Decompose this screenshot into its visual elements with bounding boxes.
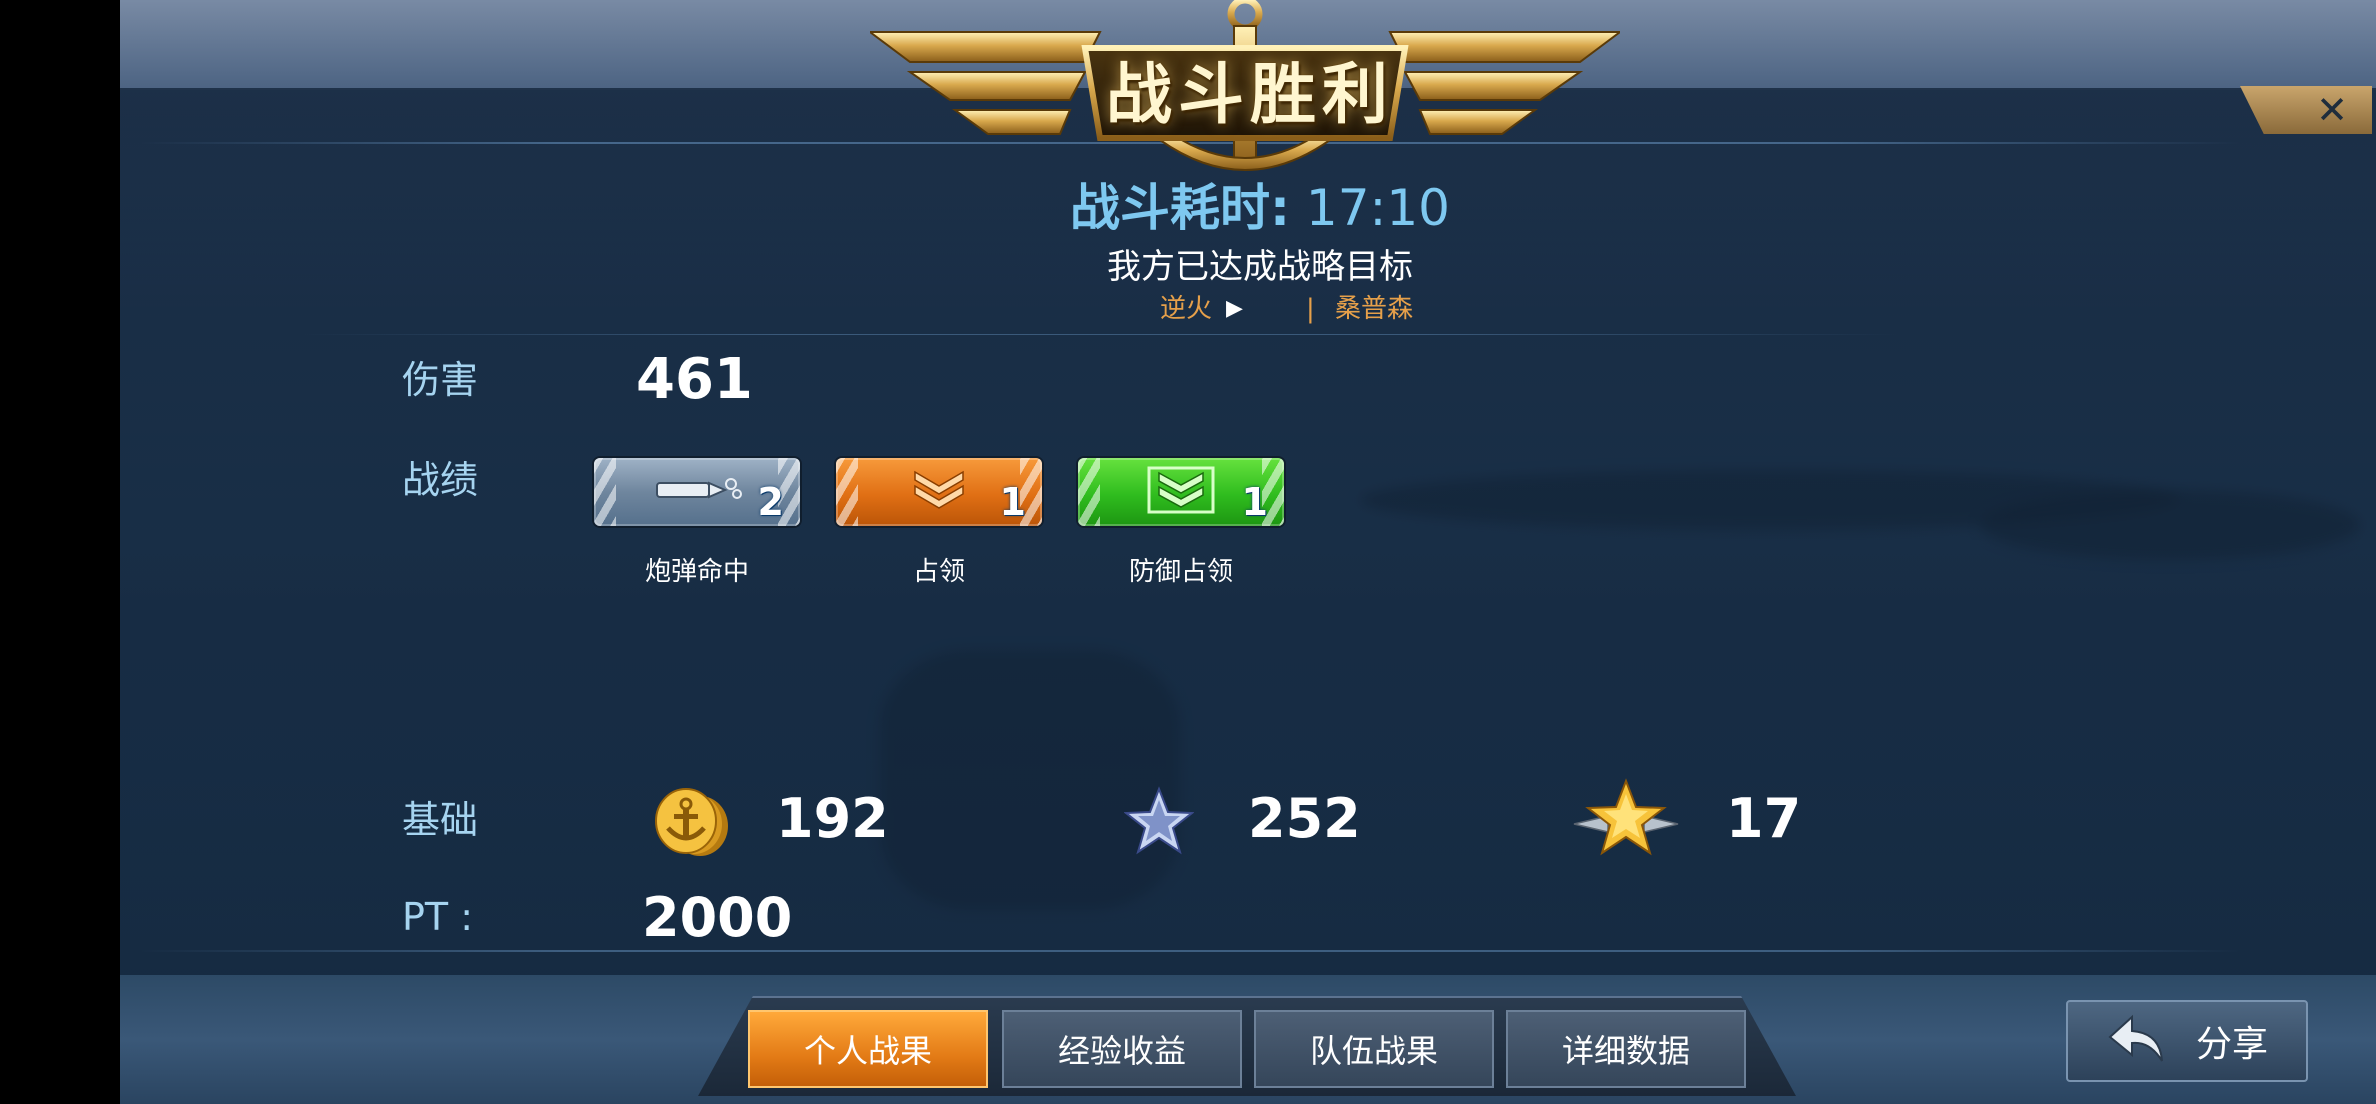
silver-star-icon <box>1123 786 1195 860</box>
divider <box>140 950 2240 952</box>
medal-shell-hit[interactable]: 2 <box>594 458 800 526</box>
shield-chevron-icon <box>1145 465 1217 519</box>
achievements-label: 战绩 <box>402 458 479 502</box>
gold-winged-star-icon <box>1572 778 1680 862</box>
tab-team-results[interactable]: 队伍战果 <box>1254 1010 1494 1088</box>
pt-value: 2000 <box>642 886 793 949</box>
chevron-icon <box>909 468 969 516</box>
base-label: 基础 <box>402 798 479 842</box>
medal-caption: 防御占领 <box>1128 557 1233 587</box>
close-icon: ✕ <box>2316 88 2348 132</box>
shell-icon <box>647 470 747 514</box>
tab-exp-gains[interactable]: 经验收益 <box>1002 1010 1242 1088</box>
kill-feed: 逆火 ▶ | 桑普森 <box>1130 291 1460 327</box>
medal-count: 1 <box>999 480 1026 524</box>
anchor-coin-icon <box>650 784 736 864</box>
kill-feed-arrow-icon: ▶ <box>1226 296 1243 321</box>
battle-duration: 战斗耗时: 17:10 <box>1060 178 1460 238</box>
kill-feed-separator: | <box>1306 294 1315 324</box>
exp-value: 252 <box>1248 787 1361 850</box>
tab-detailed-data[interactable]: 详细数据 <box>1506 1010 1746 1088</box>
medal-defend-capture[interactable]: 1 <box>1078 458 1284 526</box>
divider <box>300 334 1900 335</box>
kill-feed-killer: 逆火 <box>1160 294 1213 324</box>
medal-count: 2 <box>757 480 784 524</box>
damage-value: 461 <box>636 347 753 412</box>
left-black-bar <box>0 0 120 1104</box>
victory-title: 战斗胜利 <box>1106 56 1394 133</box>
medal-count: 1 <box>1241 480 1268 524</box>
share-button[interactable]: 分享 <box>2066 1000 2308 1082</box>
damage-label: 伤害 <box>402 358 479 402</box>
medal-caption: 占领 <box>912 557 965 587</box>
gold-value: 192 <box>776 787 889 850</box>
duration-label: 战斗耗时: <box>1070 179 1290 237</box>
pt-label: PT : <box>402 895 474 939</box>
medal-capture[interactable]: 1 <box>836 458 1042 526</box>
share-label: 分享 <box>2195 1024 2268 1065</box>
tab-personal-results[interactable]: 个人战果 <box>748 1010 988 1088</box>
medal-caption: 炮弹命中 <box>644 557 749 587</box>
duration-value: 17:10 <box>1305 179 1450 237</box>
kill-feed-victim: 桑普森 <box>1335 294 1414 324</box>
return-arrow-icon <box>2106 1011 2166 1071</box>
objective-text: 我方已达成战略目标 <box>1107 247 1413 287</box>
rank-value: 17 <box>1726 787 1802 850</box>
